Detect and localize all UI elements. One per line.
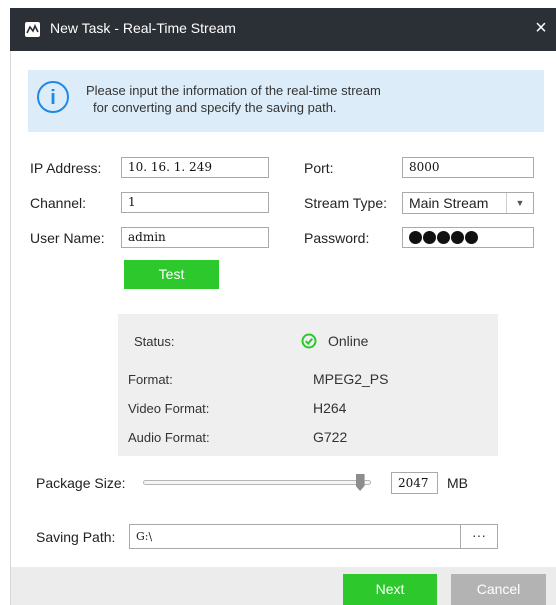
ip-address-input[interactable]: 10. 16. 1. 249 — [121, 157, 269, 178]
info-line-1: Please input the information of the real… — [86, 83, 381, 98]
audio-format-label: Audio Format: — [128, 430, 210, 445]
port-input[interactable]: 8000 — [402, 157, 534, 178]
status-panel: Status: Online Format: MPEG2_PS Video Fo… — [118, 314, 498, 456]
password-dot — [423, 231, 436, 244]
title-bar: New Task - Real-Time Stream × — [10, 8, 556, 51]
password-dot — [409, 231, 422, 244]
format-label: Format: — [128, 372, 173, 387]
channel-label: Channel: — [30, 195, 87, 211]
package-size-slider[interactable] — [143, 480, 371, 485]
close-icon[interactable]: × — [532, 17, 550, 39]
window-border — [10, 51, 11, 605]
check-circle-icon — [301, 333, 317, 349]
stream-type-label: Stream Type: — [304, 195, 388, 211]
info-text: Please input the information of the real… — [86, 82, 381, 116]
browse-button[interactable]: ··· — [460, 524, 498, 549]
cancel-button[interactable]: Cancel — [451, 574, 546, 605]
chevron-down-icon[interactable]: ▼ — [506, 193, 533, 213]
info-line-2: for converting and specify the saving pa… — [93, 100, 337, 115]
ip-address-label: IP Address: — [30, 160, 102, 176]
password-dot — [451, 231, 464, 244]
next-button[interactable]: Next — [343, 574, 437, 605]
info-banner: i Please input the information of the re… — [28, 70, 544, 132]
package-size-input[interactable]: 2047 — [391, 472, 438, 494]
user-name-label: User Name: — [30, 230, 105, 246]
info-icon: i — [37, 81, 69, 113]
slider-handle[interactable] — [355, 474, 365, 491]
port-label: Port: — [304, 160, 334, 176]
status-value: Online — [328, 333, 369, 349]
channel-input[interactable]: 1 — [121, 192, 269, 213]
audio-format-value: G722 — [313, 429, 348, 445]
password-dot — [465, 231, 478, 244]
package-size-label: Package Size: — [36, 475, 126, 491]
password-label: Password: — [304, 230, 370, 246]
password-dot — [437, 231, 450, 244]
password-input[interactable] — [402, 227, 534, 248]
app-icon — [25, 22, 40, 37]
video-format-value: H264 — [313, 400, 347, 416]
user-name-input[interactable]: admin — [121, 227, 269, 248]
video-format-label: Video Format: — [128, 401, 210, 416]
stream-type-select[interactable]: Main Stream ▼ — [402, 192, 534, 214]
saving-path-input[interactable]: G:\ — [129, 524, 461, 549]
password-mask — [409, 231, 478, 244]
test-button[interactable]: Test — [124, 260, 219, 289]
package-size-unit: MB — [447, 475, 468, 491]
status-label: Status: — [134, 334, 175, 349]
svg-text:i: i — [50, 87, 56, 109]
window-title: New Task - Real-Time Stream — [50, 20, 236, 36]
stream-type-value: Main Stream — [409, 195, 489, 211]
saving-path-label: Saving Path: — [36, 529, 116, 545]
format-value: MPEG2_PS — [313, 371, 389, 387]
